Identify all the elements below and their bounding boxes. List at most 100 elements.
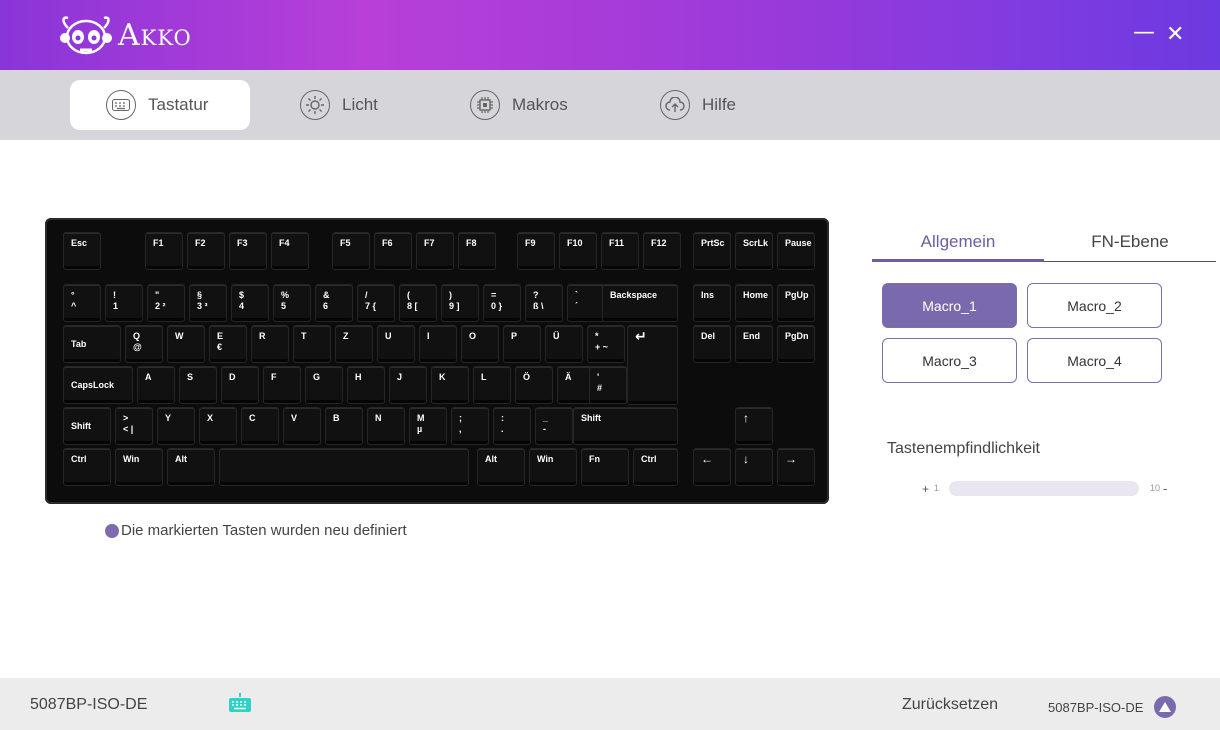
close-button[interactable]: ✕ <box>1166 22 1184 48</box>
key-pgdn[interactable]: PgDn <box>777 325 815 363</box>
key-f3[interactable]: F3 <box>229 232 267 270</box>
key-a[interactable]: A <box>137 366 175 404</box>
key-circumflex[interactable]: ° ^ <box>63 284 101 322</box>
key-win-right[interactable]: Win <box>529 448 577 486</box>
key-s[interactable]: S <box>179 366 217 404</box>
key-tab[interactable]: Tab <box>63 325 121 363</box>
key-capslock[interactable]: CapsLock <box>63 366 133 404</box>
key-h[interactable]: H <box>347 366 385 404</box>
key-alt-left[interactable]: Alt <box>167 448 215 486</box>
key-shift-right[interactable]: Shift <box>573 407 678 445</box>
tab-hilfe[interactable]: Hilfe <box>660 80 736 130</box>
key-esc[interactable]: Esc <box>63 232 101 270</box>
key-5[interactable]: % 5 <box>273 284 311 322</box>
macro-3-button[interactable]: Macro_3 <box>882 338 1017 383</box>
key-f8[interactable]: F8 <box>458 232 496 270</box>
tab-makros[interactable]: Makros <box>470 80 568 130</box>
key-f1[interactable]: F1 <box>145 232 183 270</box>
key-0[interactable]: = 0 } <box>483 284 521 322</box>
key-plus[interactable]: * + ~ <box>587 325 625 363</box>
key-z[interactable]: Z <box>335 325 373 363</box>
tab-licht[interactable]: Licht <box>300 80 378 130</box>
key-l[interactable]: L <box>473 366 511 404</box>
key-e[interactable]: E € <box>209 325 247 363</box>
key-6[interactable]: & 6 <box>315 284 353 322</box>
key-sz[interactable]: ? ß \ <box>525 284 563 322</box>
key-backspace[interactable]: Backspace <box>602 284 678 322</box>
key-ins[interactable]: Ins <box>693 284 731 322</box>
key-arrow-up[interactable]: ↑ <box>735 407 773 445</box>
key-g[interactable]: G <box>305 366 343 404</box>
key-f12[interactable]: F12 <box>643 232 681 270</box>
macro-1-button[interactable]: Macro_1 <box>882 283 1017 328</box>
minimize-button[interactable]: — <box>1133 20 1155 46</box>
key-pgup[interactable]: PgUp <box>777 284 815 322</box>
key-period[interactable]: :. <box>493 407 531 445</box>
key-f9[interactable]: F9 <box>517 232 555 270</box>
key-comma[interactable]: ;, <box>451 407 489 445</box>
key-f[interactable]: F <box>263 366 301 404</box>
tab-fn-ebene[interactable]: FN-Ebene <box>1044 232 1216 262</box>
key-f10[interactable]: F10 <box>559 232 597 270</box>
key-9[interactable]: ) 9 ] <box>441 284 479 322</box>
key-home[interactable]: Home <box>735 284 773 322</box>
key-f5[interactable]: F5 <box>332 232 370 270</box>
key-minus[interactable]: _ - <box>535 407 573 445</box>
key-scrlk[interactable]: ScrLk <box>735 232 773 270</box>
key-space[interactable] <box>219 448 469 486</box>
key-del[interactable]: Del <box>693 325 731 363</box>
key-arrow-left[interactable]: ← <box>693 448 731 486</box>
key-acute[interactable]: ` ´ <box>567 284 605 322</box>
sensitivity-plus-button[interactable]: + <box>922 482 929 496</box>
macro-2-button[interactable]: Macro_2 <box>1027 283 1162 328</box>
tab-tastatur[interactable]: Tastatur <box>70 80 250 130</box>
key-v[interactable]: V <box>283 407 321 445</box>
key-prtsc[interactable]: PrtSc <box>693 232 731 270</box>
key-j[interactable]: J <box>389 366 427 404</box>
key-u[interactable]: U <box>377 325 415 363</box>
key-enter[interactable]: ↵ <box>627 325 678 405</box>
sensitivity-slider[interactable] <box>949 481 1139 496</box>
key-i[interactable]: I <box>419 325 457 363</box>
key-8[interactable]: (8 [ <box>399 284 437 322</box>
key-o[interactable]: O <box>461 325 499 363</box>
key-x[interactable]: X <box>199 407 237 445</box>
key-alt-right[interactable]: Alt <box>477 448 525 486</box>
key-t[interactable]: T <box>293 325 331 363</box>
key-f4[interactable]: F4 <box>271 232 309 270</box>
key-ue[interactable]: Ü <box>545 325 583 363</box>
key-hash[interactable]: ' # <box>589 366 627 404</box>
key-shift-left[interactable]: Shift <box>63 407 111 445</box>
key-w[interactable]: W <box>167 325 205 363</box>
macro-4-button[interactable]: Macro_4 <box>1027 338 1162 383</box>
key-pause[interactable]: Pause <box>777 232 815 270</box>
key-p[interactable]: P <box>503 325 541 363</box>
key-r[interactable]: R <box>251 325 289 363</box>
keyboard-status-icon[interactable] <box>228 692 252 714</box>
key-m[interactable]: Mµ <box>409 407 447 445</box>
tab-allgemein[interactable]: Allgemein <box>872 232 1044 262</box>
key-n[interactable]: N <box>367 407 405 445</box>
key-2[interactable]: " 2 ² <box>147 284 185 322</box>
key-oe[interactable]: Ö <box>515 366 553 404</box>
key-b[interactable]: B <box>325 407 363 445</box>
key-fn[interactable]: Fn <box>581 448 629 486</box>
key-y[interactable]: Y <box>157 407 195 445</box>
key-c[interactable]: C <box>241 407 279 445</box>
sensitivity-minus-button[interactable]: - <box>1163 481 1167 496</box>
key-7[interactable]: /7 { <box>357 284 395 322</box>
key-k[interactable]: K <box>431 366 469 404</box>
key-arrow-down[interactable]: ↓ <box>735 448 773 486</box>
key-4[interactable]: $4 <box>231 284 269 322</box>
key-arrow-right[interactable]: → <box>777 448 815 486</box>
upload-button[interactable] <box>1154 696 1176 718</box>
key-f11[interactable]: F11 <box>601 232 639 270</box>
key-q[interactable]: Q @ <box>125 325 163 363</box>
key-f7[interactable]: F7 <box>416 232 454 270</box>
key-f2[interactable]: F2 <box>187 232 225 270</box>
key-1[interactable]: ! 1 <box>105 284 143 322</box>
key-win-left[interactable]: Win <box>115 448 163 486</box>
key-ctrl-right[interactable]: Ctrl <box>633 448 678 486</box>
key-d[interactable]: D <box>221 366 259 404</box>
key-ctrl-left[interactable]: Ctrl <box>63 448 111 486</box>
